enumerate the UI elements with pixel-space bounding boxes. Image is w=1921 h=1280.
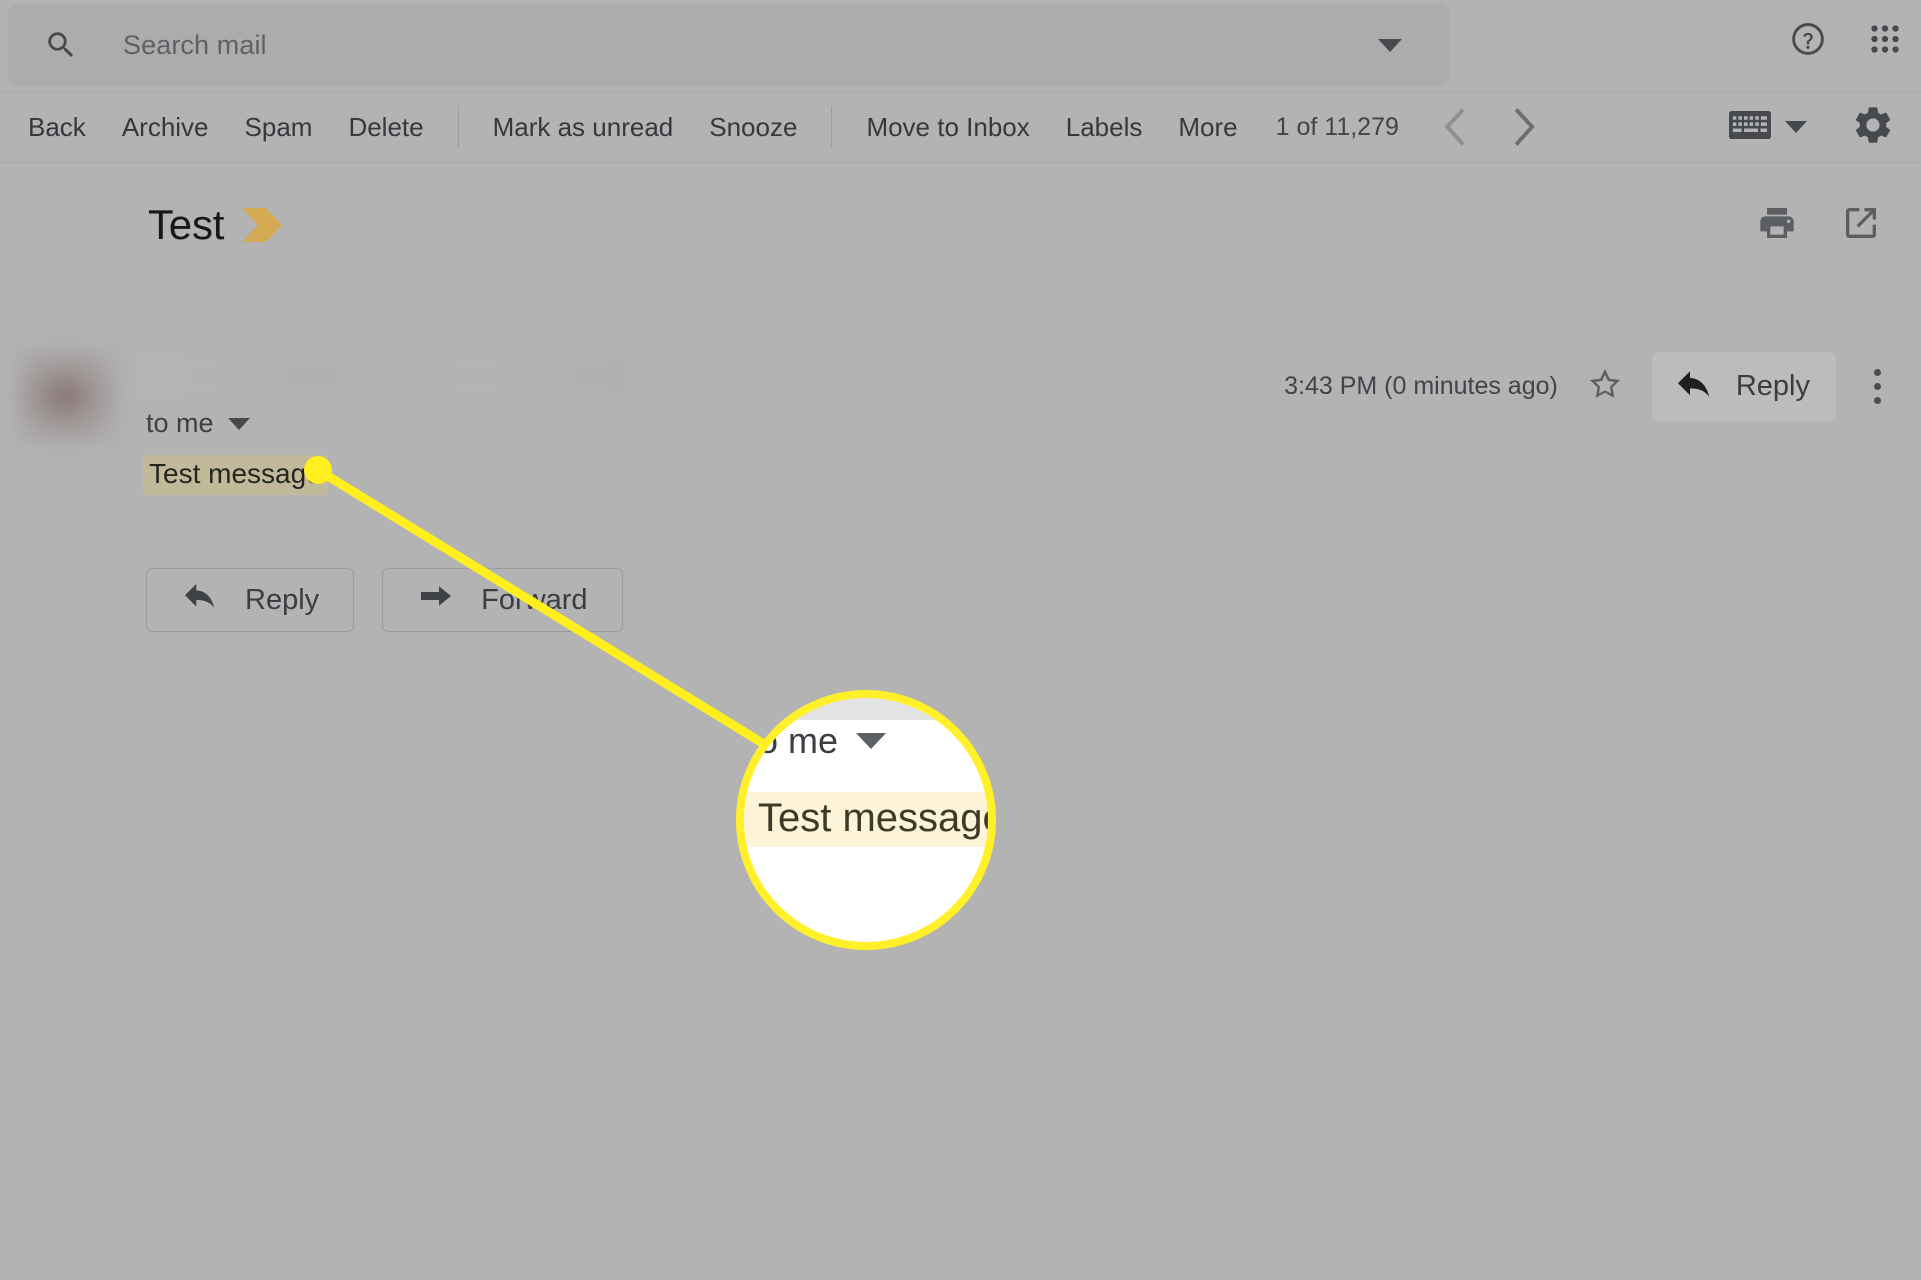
conversation-nav [1435, 106, 1547, 148]
dot [1874, 369, 1881, 376]
forward-button[interactable]: Forward [382, 568, 623, 632]
open-in-new-window-icon[interactable] [1841, 203, 1881, 248]
gmail-conversation-view: Back Archive Spam Delete Mark as unread … [0, 0, 1921, 1280]
message-body-text: Test message [143, 455, 328, 496]
toolbar-group-tertiary: Move to Inbox Labels More [866, 114, 1237, 140]
message-action-buttons: Reply Forward [146, 568, 623, 632]
recipient-label: to me [146, 408, 214, 438]
reply-arrow-icon [181, 581, 219, 619]
subject-actions [1757, 203, 1881, 248]
chevron-right-icon[interactable] [1505, 106, 1547, 148]
toolbar-button-more[interactable]: More [1178, 114, 1237, 140]
google-apps-grid-icon[interactable] [1867, 21, 1903, 62]
toolbar-right-actions [1729, 103, 1895, 152]
toolbar-group-primary: Back Archive Spam Delete [28, 114, 424, 140]
magnifier-recipient-label: o me [758, 720, 839, 761]
message-timestamp: 3:43 PM (0 minutes ago) [1284, 372, 1558, 400]
conversation-count: 1 of 11,279 [1275, 112, 1399, 141]
forward-button-label: Forward [481, 583, 588, 616]
chevron-down-icon [227, 417, 250, 430]
forward-arrow-icon [417, 581, 455, 619]
gear-icon[interactable] [1851, 103, 1895, 152]
dot [1874, 397, 1881, 404]
keyboard-icon [1729, 110, 1771, 144]
message-body: Test message [143, 455, 328, 496]
toolbar-button-spam[interactable]: Spam [245, 114, 313, 140]
magnifier-recipient: o me [758, 720, 887, 762]
chevron-left-icon[interactable] [1435, 106, 1477, 148]
toolbar-button-mark-as-unread[interactable]: Mark as unread [493, 114, 674, 140]
conversation-toolbar: Back Archive Spam Delete Mark as unread … [0, 91, 1921, 163]
chevron-down-icon [1785, 121, 1807, 133]
help-circle-icon[interactable] [1789, 20, 1827, 63]
recipient-details-toggle[interactable]: to me [146, 408, 250, 439]
search-bar[interactable] [8, 4, 1450, 86]
magnifier-highlight-band [744, 792, 988, 847]
more-vertical-icon[interactable] [1864, 363, 1891, 410]
toolbar-button-move-to-inbox[interactable]: Move to Inbox [866, 114, 1029, 140]
magnifier-callout: o me Test message [736, 690, 996, 950]
printer-icon[interactable] [1757, 203, 1797, 248]
reply-button[interactable]: Reply [146, 568, 355, 632]
magnifier-body-text: Test message [758, 796, 996, 840]
star-outline-icon[interactable] [1586, 365, 1624, 408]
reply-button-label: Reply [245, 583, 320, 616]
sender-name-redacted [136, 355, 628, 397]
reply-button-header[interactable]: Reply [1651, 352, 1836, 421]
toolbar-button-snooze[interactable]: Snooze [709, 114, 797, 140]
toolbar-button-back[interactable]: Back [28, 114, 86, 140]
reply-arrow-icon [1674, 368, 1714, 405]
toolbar-group-secondary: Mark as unread Snooze [493, 114, 798, 140]
avatar [16, 347, 118, 445]
dot [1874, 383, 1881, 390]
subject-row: Test [0, 185, 1921, 265]
message-meta: 3:43 PM (0 minutes ago) Reply [1284, 352, 1891, 421]
toolbar-divider-1 [457, 106, 459, 148]
search-icon [44, 28, 78, 62]
search-input[interactable] [123, 29, 1378, 61]
search-options-chevron-down-icon[interactable] [1378, 38, 1402, 52]
toolbar-button-archive[interactable]: Archive [122, 114, 209, 140]
magnifier-top-edge [744, 698, 988, 720]
inbox-label-chevron-icon[interactable] [242, 208, 283, 242]
keyboard-shortcut-selector[interactable] [1729, 110, 1807, 144]
header-actions [1789, 6, 1903, 76]
message-header: to me 3:43 PM (0 minutes ago) Reply [0, 340, 1921, 450]
toolbar-button-delete[interactable]: Delete [348, 114, 423, 140]
app-header [0, 0, 1921, 90]
page-title: Test [148, 201, 225, 248]
toolbar-divider-2 [831, 106, 833, 148]
chevron-down-icon [856, 733, 887, 749]
toolbar-button-labels[interactable]: Labels [1066, 114, 1143, 140]
reply-button-label: Reply [1735, 370, 1810, 402]
